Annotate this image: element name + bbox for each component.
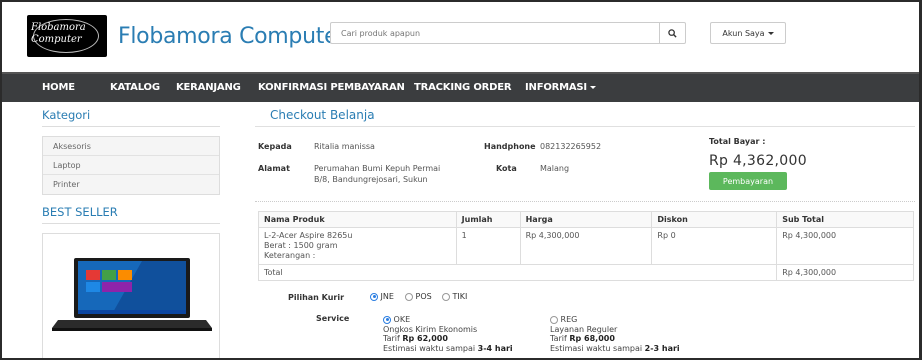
- col-header-jumlah: Jumlah: [455, 211, 521, 228]
- kepada-label: Kepada: [258, 142, 292, 151]
- cell-discount: Rp 0: [651, 227, 778, 265]
- site-header: Flobamora Computer Flobamora Computer Ak…: [0, 0, 922, 70]
- courier-pos-label: POS: [415, 292, 432, 301]
- nav-keranjang[interactable]: KERANJANG: [176, 82, 241, 93]
- service-reg-name: Layanan Reguler: [550, 324, 618, 334]
- service-reg-est-prefix: Estimasi waktu sampai: [550, 343, 643, 353]
- cell-product: L-2-Acer Aspire 8265u Berat : 1500 gram …: [258, 227, 457, 265]
- radio-reg[interactable]: [550, 315, 558, 324]
- alamat-label: Alamat: [258, 164, 290, 173]
- service-oke-tarif-prefix: Tarif: [383, 334, 400, 343]
- best-seller-title: BEST SELLER: [42, 205, 118, 219]
- service-reg-tarif: Rp 68,000: [569, 334, 615, 343]
- category-list: Aksesoris Laptop Printer: [42, 136, 220, 195]
- service-option-oke[interactable]: OKE Ongkos Kirim Ekonomis Tarif Rp 62,00…: [383, 315, 513, 353]
- col-header-harga: Harga: [519, 211, 653, 228]
- account-dropdown[interactable]: Akun Saya: [710, 22, 786, 44]
- courier-option-tiki[interactable]: TIKI: [442, 292, 467, 301]
- laptop-product-image[interactable]: [52, 256, 212, 332]
- radio-oke[interactable]: [383, 315, 391, 324]
- nav-katalog[interactable]: KATALOG: [110, 82, 160, 93]
- cell-price: Rp 4,300,000: [519, 227, 653, 265]
- col-header-diskon: Diskon: [651, 211, 778, 228]
- nav-konfirmasi-pembayaran[interactable]: KONFIRMASI PEMBAYARAN: [258, 82, 405, 93]
- category-item-printer[interactable]: Printer: [43, 175, 219, 194]
- kepada-value: Ritalia manissa: [314, 142, 375, 151]
- account-label: Akun Saya: [722, 28, 765, 38]
- chevron-down-icon: [589, 85, 596, 89]
- service-option-reg[interactable]: REG Layanan Reguler Tarif Rp 68,000 Esti…: [550, 315, 680, 353]
- table-total-row: Total Rp 4,300,000: [257, 264, 914, 281]
- alamat-value-line1: Perumahan Bumi Kepuh Permai: [314, 164, 441, 173]
- nav-tracking-order[interactable]: TRACKING ORDER: [414, 82, 512, 93]
- pembayaran-button[interactable]: Pembayaran: [709, 172, 787, 190]
- handphone-value: 082132265952: [540, 142, 602, 151]
- nav-informasi[interactable]: INFORMASI: [525, 82, 596, 93]
- main-nav: HOME KATALOG KERANJANG KONFIRMASI PEMBAY…: [0, 72, 922, 102]
- category-item-laptop[interactable]: Laptop: [43, 156, 219, 175]
- service-oke-tarif: Rp 62,000: [402, 334, 448, 343]
- brand-name[interactable]: Flobamora Computer: [118, 24, 346, 49]
- search-input[interactable]: [330, 22, 660, 44]
- divider: [255, 126, 915, 127]
- service-reg-est: 2-3 hari: [644, 343, 680, 353]
- kota-label: Kota: [496, 164, 517, 173]
- order-table: Nama Produk Jumlah Harga Diskon Sub Tota…: [257, 211, 914, 281]
- courier-jne-label: JNE: [380, 292, 394, 301]
- best-seller-card[interactable]: [42, 233, 220, 360]
- total-value-cell: Rp 4,300,000: [776, 264, 914, 281]
- service-oke-est-prefix: Estimasi waktu sampai: [383, 343, 476, 353]
- col-header-nama-produk: Nama Produk: [258, 211, 457, 228]
- divider: [42, 223, 220, 224]
- divider: [255, 201, 915, 202]
- search-icon: [668, 28, 677, 38]
- courier-tiki-label: TIKI: [452, 292, 468, 301]
- kota-value: Malang: [540, 164, 570, 173]
- category-title: Kategori: [42, 108, 91, 122]
- total-bayar-value: Rp 4,362,000: [709, 153, 807, 169]
- service-oke-code: OKE: [393, 315, 411, 324]
- product-weight: Berat : 1500 gram: [264, 241, 338, 250]
- divider: [42, 126, 220, 127]
- cell-subtotal: Rp 4,300,000: [776, 227, 914, 265]
- radio-pos[interactable]: [405, 292, 413, 301]
- total-bayar-label: Total Bayar :: [709, 137, 766, 146]
- table-row: L-2-Acer Aspire 8265u Berat : 1500 gram …: [258, 227, 914, 265]
- nav-informasi-label: INFORMASI: [525, 82, 587, 93]
- table-header-row: Nama Produk Jumlah Harga Diskon Sub Tota…: [258, 211, 914, 228]
- chevron-down-icon: [767, 31, 774, 35]
- logo-text: Flobamora Computer: [31, 22, 86, 45]
- nav-home[interactable]: HOME: [42, 82, 75, 93]
- service-reg-tarif-prefix: Tarif: [550, 334, 567, 343]
- service-reg-code: REG: [560, 315, 578, 324]
- service-label: Service: [316, 314, 350, 323]
- checkout-title: Checkout Belanja: [270, 108, 375, 122]
- col-header-sub-total: Sub Total: [776, 211, 914, 228]
- category-item-aksesoris[interactable]: Aksesoris: [43, 137, 219, 156]
- radio-jne[interactable]: [370, 292, 378, 301]
- cell-qty: 1: [455, 227, 521, 265]
- alamat-value-line2: B/8, Bandungrejosari, Sukun: [314, 175, 428, 184]
- pilihan-kurir-label: Pilihan Kurir: [288, 293, 345, 302]
- search-button[interactable]: [660, 22, 686, 44]
- courier-option-pos[interactable]: POS: [405, 292, 432, 301]
- product-note: Keterangan :: [264, 251, 316, 260]
- courier-option-jne[interactable]: JNE: [370, 292, 394, 301]
- handphone-label: Handphone: [484, 142, 536, 151]
- service-oke-name: Ongkos Kirim Ekonomis: [383, 324, 478, 334]
- total-label-cell: Total: [257, 264, 778, 281]
- site-logo[interactable]: Flobamora Computer: [27, 15, 107, 57]
- product-name: L-2-Acer Aspire 8265u: [264, 231, 353, 240]
- radio-tiki[interactable]: [442, 292, 450, 301]
- service-oke-est: 3-4 hari: [477, 343, 513, 353]
